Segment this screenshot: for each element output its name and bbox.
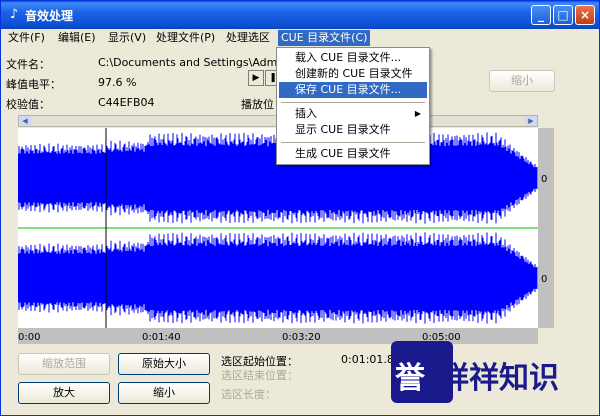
peak-level-value: 97.6 % xyxy=(98,76,137,89)
menu-create-cue[interactable]: 创建新的 CUE 目录文件 xyxy=(279,66,427,82)
checksum-value: C44EFB04 xyxy=(98,96,155,109)
menu-load-cue[interactable]: 载入 CUE 目录文件... xyxy=(279,50,427,66)
menu-file[interactable]: 文件(F) xyxy=(5,30,48,46)
menu-save-cue-label: 保存 CUE 目录文件... xyxy=(295,83,402,96)
close-button[interactable]: × xyxy=(575,5,595,25)
menu-process-selection[interactable]: 处理选区 xyxy=(223,30,273,46)
menu-separator xyxy=(281,142,425,143)
zoom-in-button[interactable]: 放大 xyxy=(18,382,110,404)
channel-1-zero-label: 0 xyxy=(541,174,548,185)
waveform-right-margin xyxy=(538,128,554,328)
menu-show-cue-label: 显示 CUE 目录文件 xyxy=(295,123,391,136)
menu-insert[interactable]: 插入 ▶ xyxy=(279,106,427,122)
menu-separator xyxy=(281,102,425,103)
menu-generate-cue-label: 生成 CUE 目录文件 xyxy=(295,147,391,160)
maximize-button[interactable]: □ xyxy=(553,5,573,25)
submenu-arrow-icon: ▶ xyxy=(414,109,421,118)
watermark-text-1: 誉 xyxy=(395,361,425,396)
selection-end-label: 选区结束位置： xyxy=(221,369,298,382)
tick-label: 0:03:20 xyxy=(282,332,321,343)
watermark-logo: 誉 祥祥知识 xyxy=(391,335,591,409)
scroll-right-icon[interactable]: ▶ xyxy=(525,116,537,126)
cue-dropdown-menu: 载入 CUE 目录文件... 创建新的 CUE 目录文件 保存 CUE 目录文件… xyxy=(276,47,430,165)
audio-processing-window: ♪ 音效处理 _ □ × 文件(F) 编辑(E) 显示(V) 处理文件(P) 处… xyxy=(0,0,600,416)
menu-generate-cue[interactable]: 生成 CUE 目录文件 xyxy=(279,146,427,162)
menu-process-file[interactable]: 处理文件(P) xyxy=(153,30,218,46)
menu-insert-label: 插入 xyxy=(295,107,317,120)
menu-bar: 文件(F) 编辑(E) 显示(V) 处理文件(P) 处理选区 CUE 目录文件(… xyxy=(1,29,599,47)
shrink-button-top[interactable]: 缩小 xyxy=(489,70,555,92)
menu-view[interactable]: 显示(V) xyxy=(105,30,149,46)
tick-label: 0:00 xyxy=(18,332,41,343)
original-size-button[interactable]: 原始大小 xyxy=(118,353,210,375)
waveform-channel xyxy=(18,232,538,324)
checksum-label: 校验值： xyxy=(6,98,50,111)
menu-edit[interactable]: 编辑(E) xyxy=(55,30,99,46)
menu-load-cue-label: 载入 CUE 目录文件... xyxy=(295,51,402,64)
menu-cue[interactable]: CUE 目录文件(C) xyxy=(278,30,371,46)
menu-create-cue-label: 创建新的 CUE 目录文件 xyxy=(295,67,413,80)
file-name-label: 文件名： xyxy=(6,58,50,71)
zoom-range-button[interactable]: 缩放范围 xyxy=(18,353,110,375)
play-button[interactable]: ▶ xyxy=(248,70,264,86)
menu-save-cue[interactable]: 保存 CUE 目录文件... xyxy=(279,82,427,98)
play-position-label: 播放位 xyxy=(241,98,274,111)
scroll-left-icon[interactable]: ◀ xyxy=(19,116,31,126)
zoom-out-button[interactable]: 缩小 xyxy=(118,382,210,404)
channel-2-zero-label: 0 xyxy=(541,274,548,285)
window-title: 音效处理 xyxy=(25,9,74,23)
menu-show-cue[interactable]: 显示 CUE 目录文件 xyxy=(279,122,427,138)
selection-length-label: 选区长度： xyxy=(221,388,276,401)
watermark-text-2: 祥祥知识 xyxy=(439,361,559,396)
peak-level-label: 峰值电平： xyxy=(6,78,61,91)
title-bar[interactable]: ♪ 音效处理 _ □ × xyxy=(1,1,599,29)
app-icon: ♪ xyxy=(9,7,19,22)
tick-label: 0:01:40 xyxy=(142,332,181,343)
minimize-button[interactable]: _ xyxy=(531,5,551,25)
